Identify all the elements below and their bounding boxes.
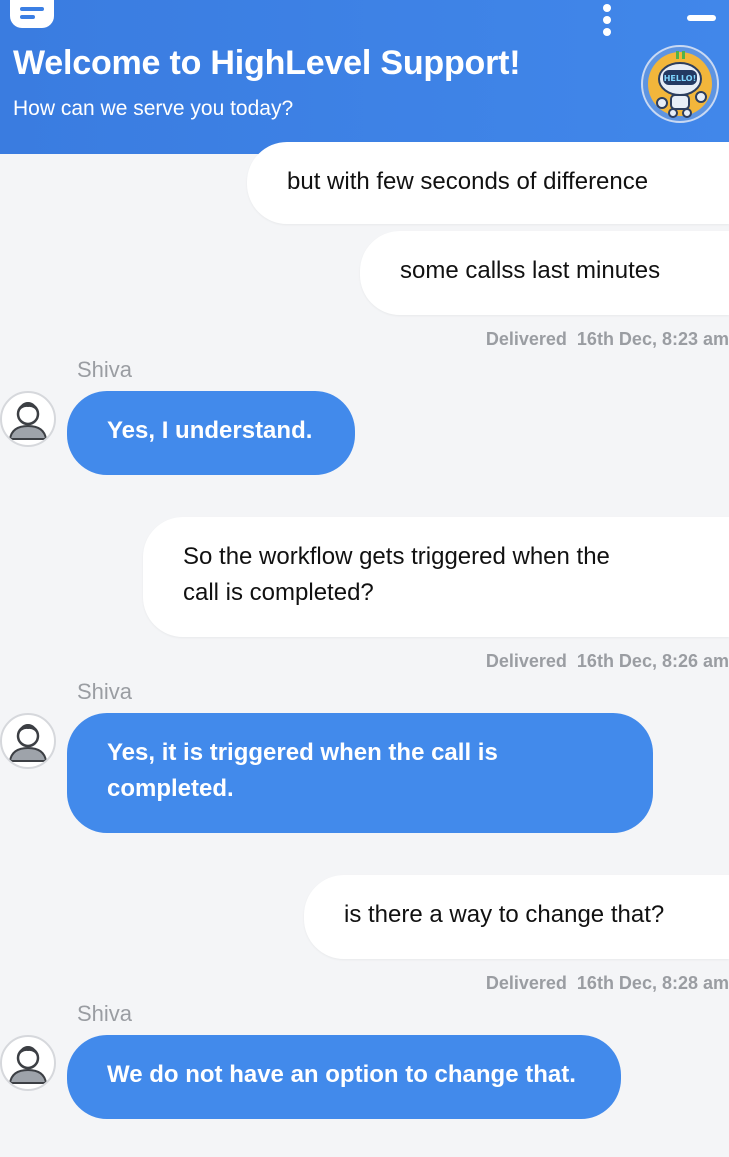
chat-header: Welcome to HighLevel Support! How can we… — [0, 0, 729, 154]
agent-message: Yes, it is triggered when the call is co… — [67, 713, 653, 833]
message-text: some callss last minutes — [400, 257, 661, 284]
status-label: Delivered — [485, 329, 567, 349]
bot-badge-text: HELLO! — [664, 74, 697, 83]
status-label: Delivered — [485, 651, 567, 671]
sender-name: Shiva — [77, 357, 133, 382]
sender-name: Shiva — [77, 1001, 133, 1026]
agent-avatar — [0, 713, 56, 769]
more-options-icon[interactable] — [598, 2, 616, 36]
agent-message: We do not have an option to change that. — [67, 1035, 621, 1119]
user-message: some callss last minutes — [360, 231, 729, 315]
message-text: but with few seconds of difference — [287, 168, 649, 195]
message-text: We do not have an option to change that. — [107, 1061, 576, 1088]
message-text: Yes, I understand. — [107, 417, 313, 444]
delivery-status: Delivered 16th Dec, 8:28 am — [486, 973, 729, 994]
chat-bubble-icon — [10, 0, 54, 28]
user-message: So the workflow gets triggered when the … — [143, 517, 729, 637]
agent-avatar — [0, 1035, 56, 1091]
minimize-icon[interactable] — [687, 15, 716, 21]
agent-avatar — [0, 391, 56, 447]
user-message: but with few seconds of difference — [247, 142, 729, 224]
user-message: is there a way to change that? — [304, 875, 729, 959]
bot-avatar: HELLO! — [641, 45, 719, 123]
delivery-status: Delivered 16th Dec, 8:26 am — [486, 651, 729, 672]
sender-name: Shiva — [77, 679, 133, 704]
message-text-line: completed. — [107, 775, 234, 802]
timestamp: 16th Dec, 8:23 am — [576, 329, 729, 349]
message-text: is there a way to change that? — [344, 901, 665, 928]
agent-message: Yes, I understand. — [67, 391, 355, 475]
header-title: Welcome to HighLevel Support! — [13, 44, 521, 82]
timestamp: 16th Dec, 8:26 am — [576, 651, 729, 671]
header-subtitle: How can we serve you today? — [13, 97, 294, 120]
message-text-line: So the workflow gets triggered when the — [183, 543, 610, 570]
timestamp: 16th Dec, 8:28 am — [576, 973, 729, 993]
message-list[interactable]: but with few seconds of difference some … — [0, 142, 729, 1157]
message-text-line: Yes, it is triggered when the call is — [107, 739, 498, 766]
delivery-status: Delivered 16th Dec, 8:23 am — [486, 329, 729, 350]
message-text-line: call is completed? — [183, 579, 374, 606]
status-label: Delivered — [485, 973, 567, 993]
